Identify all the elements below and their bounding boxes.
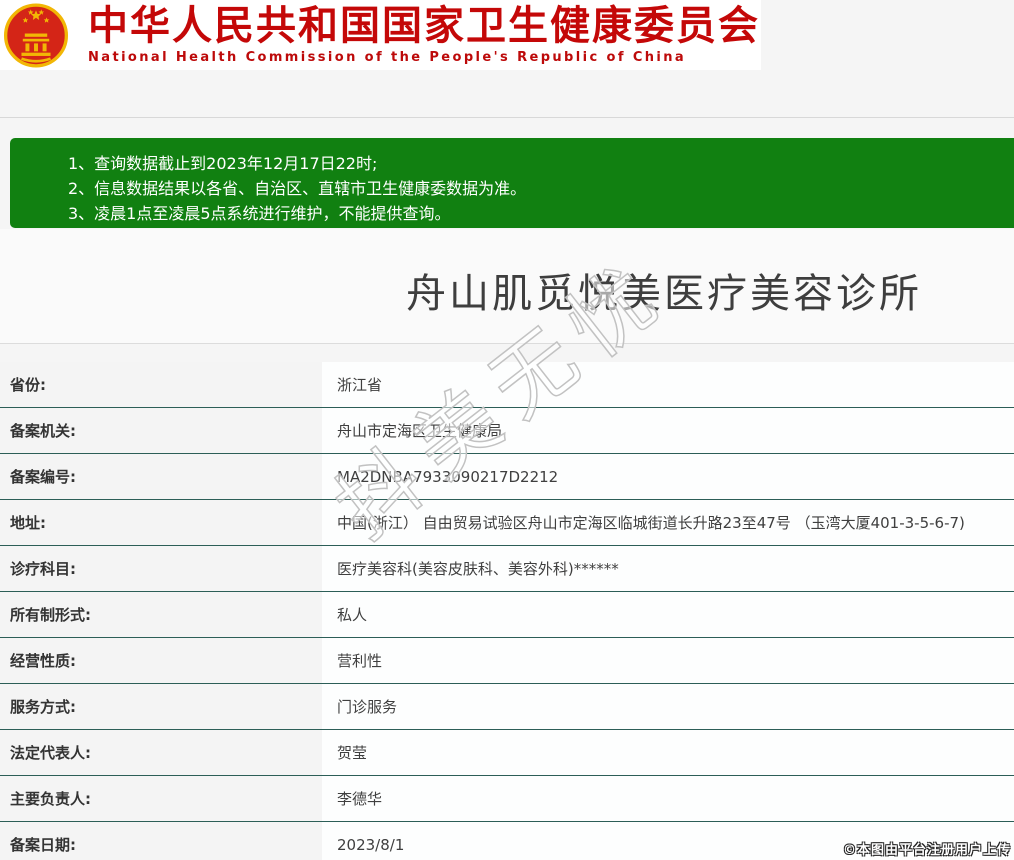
title-divider <box>0 343 1014 344</box>
table-row: 服务方式: 门诊服务 <box>0 684 1014 730</box>
record-table: 省份: 浙江省 备案机关: 舟山市定海区卫生健康局 备案编号: MA2DNBA793309… <box>0 362 1014 860</box>
field-label: 法定代表人: <box>0 730 322 775</box>
field-label: 备案日期: <box>0 822 322 860</box>
notice-banner: 1、查询数据截止到2023年12月17日22时; 2、信息数据结果以各省、自治区… <box>10 138 1014 228</box>
table-row: 法定代表人: 贺莹 <box>0 730 1014 776</box>
field-label: 省份: <box>0 362 322 407</box>
field-label: 所有制形式: <box>0 592 322 637</box>
table-row: 备案编号: MA2DNBA7933090217D2212 <box>0 454 1014 500</box>
header-titles: 中华人民共和国国家卫生健康委员会 National Health Commiss… <box>88 3 760 65</box>
field-value: 中国(浙江） 自由贸易试验区舟山市定海区临城街道长升路23至47号 （玉湾大厦4… <box>322 500 1014 545</box>
title-band: 舟山肌觅悦美医疗美容诊所 <box>0 229 1014 343</box>
china-national-emblem-icon <box>3 1 69 70</box>
field-label: 服务方式: <box>0 684 322 729</box>
field-value: 贺莹 <box>322 730 1014 775</box>
header-divider <box>0 117 1014 118</box>
table-row: 经营性质: 营利性 <box>0 638 1014 684</box>
table-row: 诊疗科目: 医疗美容科(美容皮肤科、美容外科)****** <box>0 546 1014 592</box>
table-row: 主要负责人: 李德华 <box>0 776 1014 822</box>
site-title-chinese: 中华人民共和国国家卫生健康委员会 <box>88 3 760 49</box>
institution-name: 舟山肌觅悦美医疗美容诊所 <box>406 271 922 317</box>
field-value: 私人 <box>322 592 1014 637</box>
field-value: 医疗美容科(美容皮肤科、美容外科)****** <box>322 546 1014 591</box>
page-root: 中华人民共和国国家卫生健康委员会 National Health Commiss… <box>0 0 1014 860</box>
field-label: 地址: <box>0 500 322 545</box>
table-row: 省份: 浙江省 <box>0 362 1014 408</box>
field-value: 门诊服务 <box>322 684 1014 729</box>
field-value: MA2DNBA7933090217D2212 <box>322 454 1014 499</box>
table-row: 所有制形式: 私人 <box>0 592 1014 638</box>
site-title-english: National Health Commission of the People… <box>88 50 687 65</box>
field-label: 备案机关: <box>0 408 322 453</box>
table-row: 备案机关: 舟山市定海区卫生健康局 <box>0 408 1014 454</box>
site-header: 中华人民共和国国家卫生健康委员会 National Health Commiss… <box>0 0 761 70</box>
field-value: 李德华 <box>322 776 1014 821</box>
field-label: 主要负责人: <box>0 776 322 821</box>
upload-credit-label: ©本图由平台注册用户上传 <box>842 843 1011 858</box>
field-label: 经营性质: <box>0 638 322 683</box>
field-value: 舟山市定海区卫生健康局 <box>322 408 1014 453</box>
field-value: 营利性 <box>322 638 1014 683</box>
notice-line-2: 2、信息数据结果以各省、自治区、直辖市卫生健康委数据为准。 <box>68 179 527 198</box>
notice-line-3: 3、凌晨1点至凌晨5点系统进行维护，不能提供查询。 <box>68 204 451 223</box>
field-value: 浙江省 <box>322 362 1014 407</box>
notice-line-1: 1、查询数据截止到2023年12月17日22时; <box>68 154 378 173</box>
field-label: 备案编号: <box>0 454 322 499</box>
table-row: 地址: 中国(浙江） 自由贸易试验区舟山市定海区临城街道长升路23至47号 （玉湾… <box>0 500 1014 546</box>
field-label: 诊疗科目: <box>0 546 322 591</box>
